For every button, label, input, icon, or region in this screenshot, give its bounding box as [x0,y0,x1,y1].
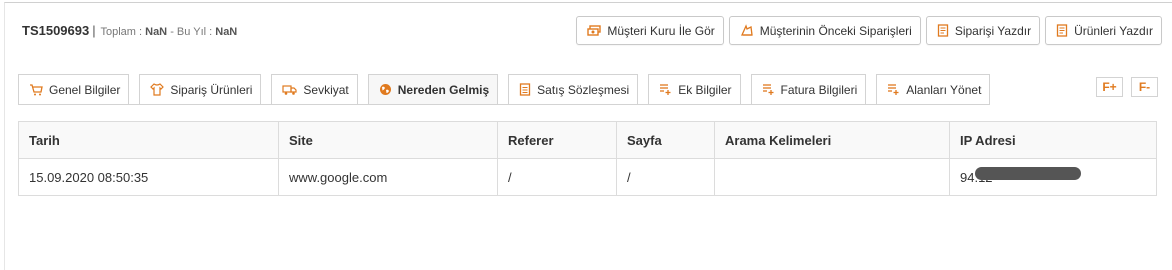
order-id: TS1509693 [22,23,90,38]
year-label: - Bu Yıl : [170,26,213,38]
tab-shipment-label: Sevkiyat [303,82,349,97]
order-header: TS1509693 | Toplam : NaN - Bu Yıl : NaN [22,23,237,38]
previous-orders-button[interactable]: Müşterinin Önceki Siparişleri [728,16,921,45]
globe-icon [379,83,392,96]
column-header-page: Sayfa [616,121,715,159]
table-row: 15.09.2020 08:50:35 www.google.com / / 9… [18,158,1157,196]
truck-icon [282,84,298,96]
tab-invoice-info[interactable]: Fatura Bilgileri [750,74,867,104]
document-icon [519,83,531,96]
tab-manage-fields[interactable]: Alanları Yönet [876,74,991,104]
print-products-icon [1056,24,1068,37]
add-list-icon [659,83,672,96]
column-header-search-keywords: Arama Kelimeleri [714,121,950,159]
column-header-site: Site [278,121,498,159]
print-products-button[interactable]: Ürünleri Yazdır [1045,16,1162,45]
add-list-icon [762,83,775,96]
year-value: NaN [215,26,238,38]
tab-order-products[interactable]: Sipariş Ürünleri [139,74,262,104]
tab-divider [18,104,990,105]
referral-table: Tarih Site Referer Sayfa Arama Kelimeler… [18,121,1157,196]
cell-referer: / [497,158,617,196]
tab-referral-source[interactable]: Nereden Gelmiş [367,74,499,104]
total-value: NaN [145,26,168,38]
font-decrease-button[interactable]: F- [1131,77,1158,97]
tab-shipment[interactable]: Sevkiyat [271,74,358,104]
tab-manage-fields-label: Alanları Yönet [906,82,982,97]
column-header-ip-address: IP Adresi [949,121,1157,159]
table-header-row: Tarih Site Referer Sayfa Arama Kelimeler… [18,121,1157,159]
tab-extra-info[interactable]: Ek Bilgiler [648,74,741,104]
column-header-date: Tarih [18,121,279,159]
tab-order-products-label: Sipariş Ürünleri [170,82,253,97]
tab-general-info[interactable]: Genel Bilgiler [18,74,130,104]
column-header-referer: Referer [497,121,617,159]
tab-extra-info-label: Ek Bilgiler [678,82,732,97]
print-order-icon [937,24,949,37]
print-order-button[interactable]: Siparişi Yazdır [925,16,1041,45]
tab-referral-source-label: Nereden Gelmiş [397,82,490,97]
cell-date: 15.09.2020 08:50:35 [18,158,279,196]
redaction-mark [975,166,1081,180]
customer-currency-button[interactable]: Müşteri Kuru İle Gör [576,16,724,45]
font-increase-button[interactable]: F+ [1096,77,1123,97]
print-order-label: Siparişi Yazdır [954,23,1032,38]
header-separator: | [92,23,96,38]
cell-page: / [616,158,715,196]
customer-currency-label: Müşteri Kuru İle Gör [607,23,715,38]
order-tabs: Genel Bilgiler Sipariş Ürünleri Sevkiyat… [18,74,1000,104]
add-list-icon [887,83,900,96]
cell-site: www.google.com [278,158,498,196]
shirt-icon [150,83,165,96]
previous-orders-label: Müşterinin Önceki Siparişleri [759,23,912,38]
order-history-icon [740,24,754,37]
currency-exchange-icon [587,24,602,37]
cart-icon [29,83,43,96]
cell-search-keywords [714,158,950,196]
ip-address-wrapper: 94.12 [960,166,1081,185]
tab-invoice-info-label: Fatura Bilgileri [780,82,858,97]
font-size-controls: F+ F- [1096,77,1158,97]
tab-general-info-label: Genel Bilgiler [49,82,121,97]
tab-sales-agreement-label: Satış Sözleşmesi [537,82,630,97]
print-products-label: Ürünleri Yazdır [1074,23,1153,38]
cell-ip-address: 94.12 [949,158,1157,196]
total-label: Toplam : [100,26,143,38]
order-actions: Müşteri Kuru İle Gör Müşterinin Önceki S… [576,16,1162,45]
tab-sales-agreement[interactable]: Satış Sözleşmesi [508,74,639,104]
